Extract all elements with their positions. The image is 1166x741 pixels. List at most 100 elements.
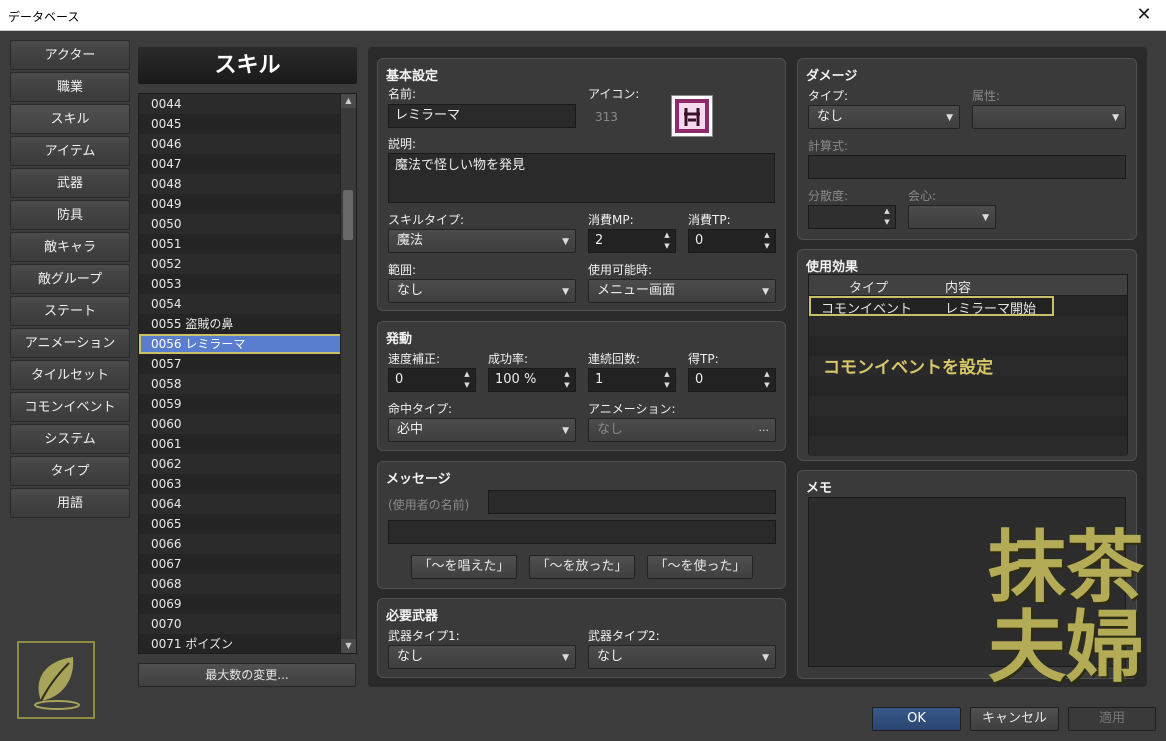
cast-template-button[interactable]: 「〜を唱えた」 (411, 555, 517, 579)
stepper-arrows-icon[interactable]: ▲ ▼ (562, 369, 572, 391)
cancel-button[interactable]: キャンセル (970, 707, 1059, 731)
effects-table[interactable]: タイプ 内容 コモンイベント レミラーマ開始 コモンイベントを設定 (808, 274, 1128, 456)
tp-cost-stepper[interactable]: 0 ▲ ▼ (688, 229, 776, 253)
nav-item[interactable]: アクター (10, 40, 130, 70)
weapon-type2-select[interactable]: なし ▼ (588, 645, 776, 669)
basic-settings-group: 基本設定 名前: レミラーマ アイコン: 313 説明: 魔法で怪しい物を発見 … (377, 58, 786, 311)
animation-picker[interactable]: なし ··· (588, 418, 776, 442)
tp-gain-label: 得TP: (688, 352, 719, 366)
list-item[interactable]: 0048 (139, 174, 356, 194)
hit-type-select[interactable]: 必中 ▼ (388, 418, 576, 442)
nav-item[interactable]: 敵キャラ (10, 232, 130, 262)
tp-gain-value: 0 (695, 372, 704, 387)
damage-type-label: タイプ: (808, 89, 849, 103)
nav-item[interactable]: スキル (10, 104, 130, 134)
damage-group: ダメージ タイプ: なし ▼ 属性: ▼ 計算式: 分散度: ▲ ▼ 会心: ▼ (797, 58, 1137, 240)
nav-item[interactable]: コモンイベント (10, 392, 130, 422)
table-row[interactable] (809, 416, 1127, 436)
list-item[interactable]: 0047 (139, 154, 356, 174)
list-item[interactable]: 0063 (139, 474, 356, 494)
list-item[interactable]: 0061 (139, 434, 356, 454)
nav-item[interactable]: タイルセット (10, 360, 130, 390)
list-item[interactable]: 0069 (139, 594, 356, 614)
nav-item[interactable]: 武器 (10, 168, 130, 198)
table-row[interactable] (809, 396, 1127, 416)
weapon-type1-select[interactable]: なし ▼ (388, 645, 576, 669)
skill-type-select[interactable]: 魔法 ▼ (388, 229, 576, 253)
stepper-arrows-icon: ▲ ▼ (884, 207, 890, 226)
list-item[interactable]: 0071 ポイズン (139, 634, 356, 653)
ok-button[interactable]: OK (872, 707, 961, 731)
close-icon[interactable]: ✕ (1130, 3, 1158, 27)
success-stepper[interactable]: 100 % ▲ ▼ (488, 368, 576, 392)
speed-stepper[interactable]: 0 ▲ ▼ (388, 368, 476, 392)
list-item[interactable]: 0055 盗賊の鼻 (139, 314, 356, 334)
stepper-arrows-icon[interactable]: ▲ ▼ (762, 369, 772, 391)
mp-cost-stepper[interactable]: 2 ▲ ▼ (588, 229, 676, 253)
list-scrollbar[interactable]: ▲ ▼ (340, 94, 356, 653)
repeat-stepper[interactable]: 1 ▲ ▼ (588, 368, 676, 392)
list-item[interactable]: 0059 (139, 394, 356, 414)
message-line1-field[interactable] (488, 490, 776, 514)
chevron-down-icon: ▼ (762, 287, 769, 297)
list-item[interactable]: 0067 (139, 554, 356, 574)
list-item[interactable]: 0068 (139, 574, 356, 594)
list-item[interactable]: 0070 (139, 614, 356, 634)
scope-select[interactable]: なし ▼ (388, 279, 576, 303)
damage-type-select[interactable]: なし ▼ (808, 105, 960, 129)
scroll-thumb[interactable] (343, 190, 353, 240)
list-item[interactable]: 0057 (139, 354, 356, 374)
message-line2-field[interactable] (388, 520, 776, 544)
watermark-line2: 夫婦 (988, 602, 1145, 693)
list-item[interactable]: 0046 (139, 134, 356, 154)
table-row[interactable] (809, 376, 1127, 396)
list-item[interactable]: 0053 (139, 274, 356, 294)
list-item[interactable]: 0056 レミラーマ (139, 334, 356, 354)
nav-item[interactable]: アニメーション (10, 328, 130, 358)
list-item[interactable]: 0062 (139, 454, 356, 474)
list-item[interactable]: 0064 (139, 494, 356, 514)
list-item[interactable]: 0065 (139, 514, 356, 534)
repeat-value: 1 (595, 372, 604, 387)
table-row[interactable]: コモンイベント レミラーマ開始 (809, 296, 1054, 317)
list-item[interactable]: 0044 (139, 94, 356, 114)
list-item[interactable]: 0060 (139, 414, 356, 434)
stepper-arrows-icon[interactable]: ▲ ▼ (662, 230, 672, 252)
watermark: 抹茶 夫婦 (988, 528, 1158, 688)
occasion-select[interactable]: メニュー画面 ▼ (588, 279, 776, 303)
scroll-down-icon[interactable]: ▼ (341, 639, 356, 653)
name-field[interactable]: レミラーマ (388, 104, 576, 128)
stepper-arrows-icon[interactable]: ▲ ▼ (662, 369, 672, 391)
nav-item[interactable]: 防具 (10, 200, 130, 230)
stepper-arrows-icon[interactable]: ▲ ▼ (462, 369, 472, 391)
chevron-down-icon: ▼ (562, 287, 569, 297)
skill-icon-picker[interactable] (671, 95, 713, 137)
list-item[interactable]: 0066 (139, 534, 356, 554)
list-item[interactable]: 0050 (139, 214, 356, 234)
description-field[interactable]: 魔法で怪しい物を発見 (388, 153, 775, 203)
nav-item[interactable]: システム (10, 424, 130, 454)
scroll-up-icon[interactable]: ▲ (341, 94, 356, 108)
release-template-button[interactable]: 「〜を放った」 (529, 555, 635, 579)
stepper-arrows-icon[interactable]: ▲ ▼ (762, 230, 772, 252)
nav-item[interactable]: アイテム (10, 136, 130, 166)
nav-item[interactable]: 敵グループ (10, 264, 130, 294)
nav-item[interactable]: ステート (10, 296, 130, 326)
list-item[interactable]: 0051 (139, 234, 356, 254)
list-item[interactable]: 0052 (139, 254, 356, 274)
table-row[interactable] (809, 436, 1127, 456)
list-item[interactable]: 0054 (139, 294, 356, 314)
nav-item[interactable]: 職業 (10, 72, 130, 102)
tp-gain-stepper[interactable]: 0 ▲ ▼ (688, 368, 776, 392)
nav-item[interactable]: タイプ (10, 456, 130, 486)
apply-button[interactable]: 適用 (1068, 707, 1156, 731)
nav-item[interactable]: 用語 (10, 488, 130, 518)
change-max-button[interactable]: 最大数の変更... (138, 663, 356, 687)
list-item[interactable]: 0045 (139, 114, 356, 134)
table-row[interactable] (809, 316, 1127, 336)
list-item[interactable]: 0058 (139, 374, 356, 394)
weapon-type2-value: なし (597, 649, 624, 664)
critical-select: ▼ (908, 205, 996, 229)
list-item[interactable]: 0049 (139, 194, 356, 214)
use-template-button[interactable]: 「〜を使った」 (647, 555, 753, 579)
